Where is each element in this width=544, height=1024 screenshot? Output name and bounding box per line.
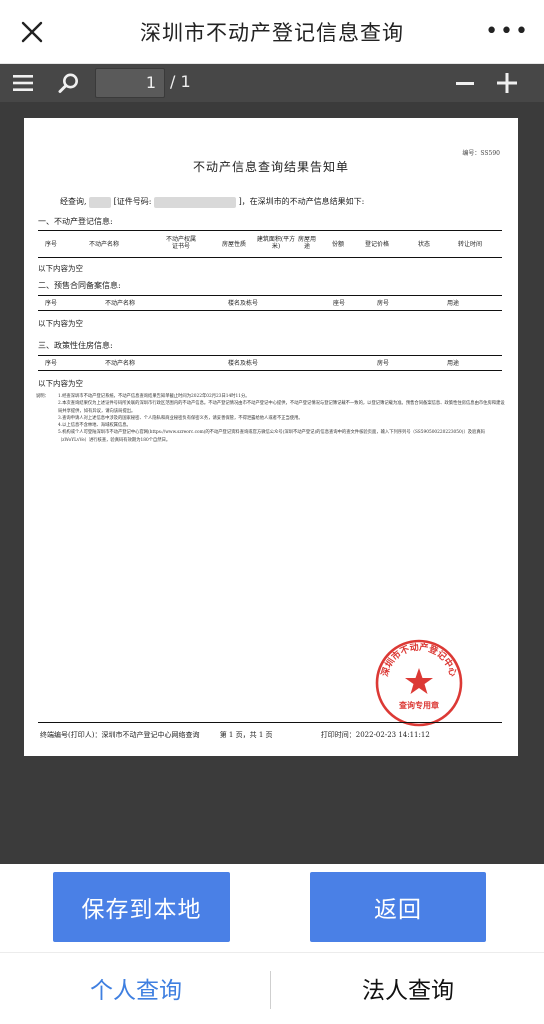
nav-divider bbox=[270, 971, 271, 1009]
table-header-cell: 建筑面积(平方米) bbox=[256, 236, 296, 250]
zoom-out-icon[interactable] bbox=[456, 82, 474, 85]
table-header-cell: 序号 bbox=[44, 360, 57, 367]
note-item: 1.经查深圳市不动产登记系统，不动产信息查询结果告知单截止时间为2022年02月… bbox=[58, 394, 250, 399]
pdf-toolbar: 1 / 1 bbox=[0, 64, 544, 102]
section-2-title: 二、预售合同备案信息: bbox=[38, 281, 121, 290]
table-header-cell: 不动产权属证书号 bbox=[166, 236, 197, 250]
table-header-cell: 序号 bbox=[44, 241, 57, 248]
table-header-cell: 序号 bbox=[44, 300, 57, 307]
section-3-table-header: 序号 不动产名称 楼名及栋号 房号 用途 bbox=[38, 355, 502, 371]
table-header-cell: 登记价格 bbox=[364, 241, 389, 248]
back-button[interactable]: 返回 bbox=[310, 872, 486, 942]
official-seal-stamp: 深圳市不动产登记中心 查询专用章 bbox=[375, 639, 463, 727]
table-header-cell: 转让时间 bbox=[457, 241, 482, 248]
notes-label: 说明： bbox=[36, 394, 49, 399]
table-header-cell: 份额 bbox=[331, 241, 344, 248]
table-header-cell: 房屋用途 bbox=[298, 236, 317, 250]
close-icon[interactable] bbox=[18, 18, 46, 46]
footer-print-time: 打印时间：2022-02-23 14:11:12 bbox=[320, 731, 430, 739]
save-local-button[interactable]: 保存到本地 bbox=[53, 872, 230, 942]
section-1-empty: 以下内容为空 bbox=[38, 264, 83, 273]
table-header-cell: 房号 bbox=[376, 360, 389, 367]
tab-personal-query[interactable]: 个人查询 bbox=[0, 971, 272, 1005]
section-2-empty: 以下内容为空 bbox=[38, 319, 83, 328]
table-header-cell: 用途 bbox=[446, 300, 459, 307]
table-header-cell: 不动产名称 bbox=[104, 360, 135, 367]
table-header-cell: 不动产名称 bbox=[88, 241, 119, 248]
table-header-cell: 不动产名称 bbox=[104, 300, 135, 307]
redacted-name bbox=[89, 196, 112, 208]
footer-page: 第 1 页，共 1 页 bbox=[219, 731, 273, 739]
table-header-cell: 楼名及栋号 bbox=[227, 360, 258, 367]
document-viewer[interactable]: 编号：SS590 不动产信息查询结果告知单 经查询, [证件号码: ]，在深圳市… bbox=[0, 102, 544, 864]
bottom-nav: 个人查询 法人查询 bbox=[0, 952, 544, 1024]
section-1-table-header: 序号 不动产名称 不动产权属证书号 房屋性质 建筑面积(平方米) 房屋用途 份额… bbox=[38, 230, 502, 258]
intro-prefix: 经查询, bbox=[60, 197, 87, 206]
note-item: 4.以上信息不含林地、海域权属信息。 bbox=[58, 423, 131, 429]
table-header-cell: 状态 bbox=[417, 241, 430, 248]
table-header-cell: 楼名及栋号 bbox=[227, 300, 258, 307]
section-3-title: 三、政策性住房信息: bbox=[38, 341, 113, 350]
table-header-cell: 座号 bbox=[332, 300, 345, 307]
intro-suffix: ]，在深圳市的不动产信息结果如下: bbox=[238, 197, 365, 206]
action-bar: 保存到本地 返回 bbox=[0, 864, 544, 952]
section-2-table-header: 序号 不动产名称 楼名及栋号 座号 房号 用途 bbox=[38, 295, 502, 311]
redacted-id bbox=[154, 196, 237, 208]
page-total: / 1 bbox=[170, 72, 191, 91]
document-footer: 终端编号(打印人)：深圳市不动产登记中心网络查询 第 1 页，共 1 页 打印时… bbox=[40, 730, 430, 740]
footer-terminal: 终端编号(打印人)：深圳市不动产登记中心网络查询 bbox=[40, 731, 200, 739]
menu-icon[interactable] bbox=[13, 74, 33, 92]
document-number: 编号：SS590 bbox=[462, 150, 500, 157]
intro-text: 经查询, [证件号码: ]，在深圳市的不动产信息结果如下: bbox=[60, 196, 364, 208]
document-title: 不动产信息查询结果告知单 bbox=[192, 160, 349, 174]
section-3-empty: 以下内容为空 bbox=[38, 379, 83, 388]
search-icon[interactable] bbox=[58, 72, 80, 94]
section-1-title: 一、不动产登记信息: bbox=[38, 217, 113, 226]
table-header-cell: 用途 bbox=[446, 360, 459, 367]
page-title: 深圳市不动产登记信息查询 bbox=[140, 20, 404, 45]
title-bar: 深圳市不动产登记信息查询 ••• bbox=[0, 0, 544, 64]
note-item: 3.查询申请人对上述信息中涉及的国家秘密、个人隐私和商业秘密负有保密义务，请妥善… bbox=[58, 415, 303, 421]
note-item: 2.本次查询结果仅为上述证件号码所关联的深圳市行政区范围内的不动产信息。不动产登… bbox=[58, 401, 505, 414]
more-icon[interactable]: ••• bbox=[485, 21, 530, 43]
page-number-input[interactable]: 1 bbox=[95, 68, 165, 98]
footer-divider bbox=[38, 722, 502, 723]
tab-corporate-query[interactable]: 法人查询 bbox=[272, 971, 544, 1005]
intro-id-label: [证件号码: bbox=[113, 197, 152, 206]
zoom-in-icon[interactable] bbox=[497, 73, 517, 93]
seal-subtext: 查询专用章 bbox=[399, 700, 439, 710]
note-item: 5.机构或个人可登陆深圳市不动产登记中心官网(https://www.szreo… bbox=[58, 430, 485, 443]
table-header-cell: 房屋性质 bbox=[221, 241, 246, 248]
table-header-cell: 房号 bbox=[376, 300, 389, 307]
document-page: 编号：SS590 不动产信息查询结果告知单 经查询, [证件号码: ]，在深圳市… bbox=[24, 118, 518, 756]
